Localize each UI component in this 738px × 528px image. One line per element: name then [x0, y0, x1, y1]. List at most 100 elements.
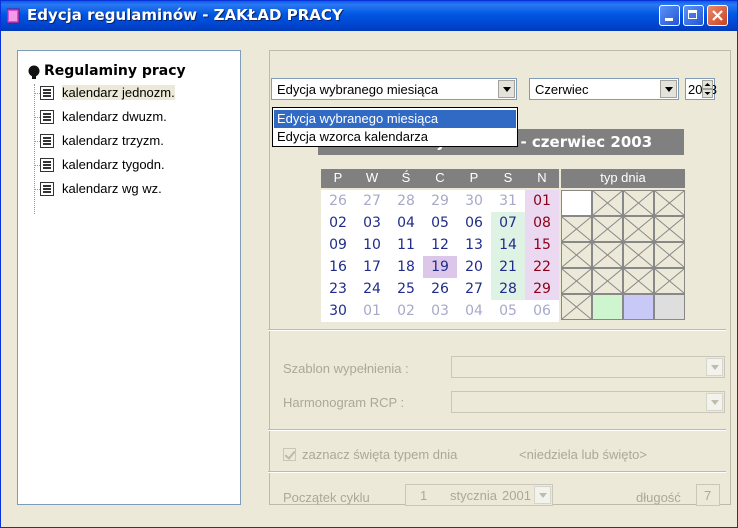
tree-item-kalendarz-tygodn[interactable]: kalendarz tygodn. [62, 157, 165, 172]
rules-tree[interactable]: Regulaminy pracy kalendarz jednozm. kale… [17, 50, 241, 505]
calendar-day-cell[interactable]: 01 [355, 300, 389, 322]
spin-up-icon[interactable] [702, 80, 713, 89]
calendar-day-cell[interactable]: 15 [525, 234, 559, 256]
calendar-day-cell[interactable]: 26 [321, 190, 355, 212]
calendar-day-cell[interactable]: 04 [389, 212, 423, 234]
cycle-date-picker[interactable]: 1 stycznia 2001 [405, 484, 553, 506]
day-type-cell[interactable] [654, 294, 685, 320]
mode-dropdown-list[interactable]: Edycja wybranego miesiąca Edycja wzorca … [272, 107, 518, 147]
schedule-select[interactable] [451, 391, 725, 413]
day-type-cell[interactable] [592, 242, 623, 268]
calendar-day-cell[interactable]: 31 [491, 190, 525, 212]
tree-root-label: Regulaminy pracy [44, 63, 186, 79]
calendar-day-cell[interactable]: 29 [423, 190, 457, 212]
tree-root[interactable]: Regulaminy pracy [28, 63, 186, 79]
dropdown-option[interactable]: Edycja wybranego miesiąca [274, 110, 516, 128]
day-type-cell[interactable] [654, 190, 685, 216]
calendar-day-cell[interactable]: 13 [457, 234, 491, 256]
calendar-day-cell[interactable]: 26 [423, 278, 457, 300]
chevron-down-icon[interactable] [660, 80, 677, 98]
maximize-button[interactable] [683, 5, 704, 26]
calendar-day-cell[interactable]: 19 [423, 256, 457, 278]
calendar-day-cell[interactable]: 28 [491, 278, 525, 300]
day-type-cell[interactable] [623, 242, 654, 268]
calendar-day-cell[interactable]: 25 [389, 278, 423, 300]
day-type-cell[interactable] [592, 294, 623, 320]
mode-select[interactable]: Edycja wybranego miesiąca [271, 78, 517, 100]
minimize-button[interactable] [659, 5, 680, 26]
calendar-day-cell[interactable]: 24 [355, 278, 389, 300]
tree-item-kalendarz-jednozm[interactable]: kalendarz jednozm. [62, 85, 175, 100]
calendar-day-cell[interactable]: 02 [389, 300, 423, 322]
calendar-day-cell[interactable]: 01 [525, 190, 559, 212]
calendar-day-cell[interactable]: 05 [423, 212, 457, 234]
day-type-cell[interactable] [561, 190, 592, 216]
chevron-down-icon[interactable] [706, 393, 723, 411]
calendar-day-cell[interactable]: 17 [355, 256, 389, 278]
calendar-day-cell[interactable]: 14 [491, 234, 525, 256]
chevron-down-icon[interactable] [498, 80, 515, 98]
calendar-day-cell[interactable]: 06 [525, 300, 559, 322]
day-type-cell[interactable] [592, 190, 623, 216]
calendar-day-cell[interactable]: 20 [457, 256, 491, 278]
day-type-cell[interactable] [623, 294, 654, 320]
tree-item-kalendarz-wg-wz[interactable]: kalendarz wg wz. [62, 181, 162, 196]
calendar-day-cell[interactable]: 30 [457, 190, 491, 212]
day-type-cell[interactable] [561, 294, 592, 320]
day-type-cell[interactable] [654, 242, 685, 268]
calendar-doc-icon [40, 182, 54, 196]
calendar-day-cell[interactable]: 09 [321, 234, 355, 256]
cross-icon [655, 217, 684, 241]
template-select[interactable] [451, 356, 725, 378]
calendar-day-cell[interactable]: 03 [423, 300, 457, 322]
calendar-day-cell[interactable]: 06 [457, 212, 491, 234]
day-type-cell[interactable] [623, 190, 654, 216]
dropdown-option[interactable]: Edycja wzorca kalendarza [274, 128, 516, 146]
calendar-days-grid[interactable]: 26 27 28 29 30 31 01 02 03 04 05 06 07 08 09 10 11 12 13 14… [321, 190, 559, 322]
calendar-doc-icon [40, 134, 54, 148]
calendar-day-cell[interactable]: 12 [423, 234, 457, 256]
calendar-day-cell[interactable]: 10 [355, 234, 389, 256]
calendar-day-cell[interactable]: 23 [321, 278, 355, 300]
calendar-day-cell[interactable]: 02 [321, 212, 355, 234]
spin-down-icon[interactable] [702, 89, 713, 98]
day-type-cell[interactable] [592, 216, 623, 242]
day-type-cell[interactable] [623, 216, 654, 242]
day-type-cell[interactable] [654, 268, 685, 294]
day-type-cell[interactable] [561, 242, 592, 268]
calendar-doc-icon [40, 110, 54, 124]
day-type-cell[interactable] [561, 216, 592, 242]
calendar-day-cell[interactable]: 28 [389, 190, 423, 212]
day-type-cell[interactable] [654, 216, 685, 242]
day-type-cell[interactable] [623, 268, 654, 294]
close-button[interactable] [707, 5, 728, 26]
chevron-down-icon[interactable] [534, 486, 551, 504]
divider [268, 429, 726, 431]
calendar-day-cell[interactable]: 29 [525, 278, 559, 300]
maximize-icon [688, 10, 697, 19]
calendar-day-cell[interactable]: 08 [525, 212, 559, 234]
day-type-cell[interactable] [561, 268, 592, 294]
year-spinner[interactable]: 2003 [685, 78, 717, 100]
chevron-down-icon[interactable] [706, 358, 723, 376]
day-type-cell[interactable] [592, 268, 623, 294]
calendar-day-cell[interactable]: 21 [491, 256, 525, 278]
calendar-day-cell[interactable]: 27 [457, 278, 491, 300]
calendar-day-cell[interactable]: 07 [491, 212, 525, 234]
day-type-grid[interactable] [561, 190, 685, 322]
calendar-day-cell[interactable]: 03 [355, 212, 389, 234]
month-select[interactable]: Czerwiec [529, 78, 679, 100]
calendar-day-cell[interactable]: 22 [525, 256, 559, 278]
calendar-day-cell[interactable]: 05 [491, 300, 525, 322]
tree-item-kalendarz-trzyzm[interactable]: kalendarz trzyzm. [62, 133, 164, 148]
calendar-day-cell[interactable]: 16 [321, 256, 355, 278]
length-field[interactable]: 7 [696, 484, 720, 506]
calendar-day-cell[interactable]: 04 [457, 300, 491, 322]
tree-item-kalendarz-dwuzm[interactable]: kalendarz dwuzm. [62, 109, 167, 124]
calendar-day-cell[interactable]: 30 [321, 300, 355, 322]
title-bar[interactable]: Edycja regulaminów - ZAKŁAD PRACY [1, 1, 737, 31]
calendar-day-cell[interactable]: 27 [355, 190, 389, 212]
calendar-day-cell[interactable]: 11 [389, 234, 423, 256]
calendar-day-cell[interactable]: 18 [389, 256, 423, 278]
holiday-checkbox[interactable] [283, 448, 296, 461]
